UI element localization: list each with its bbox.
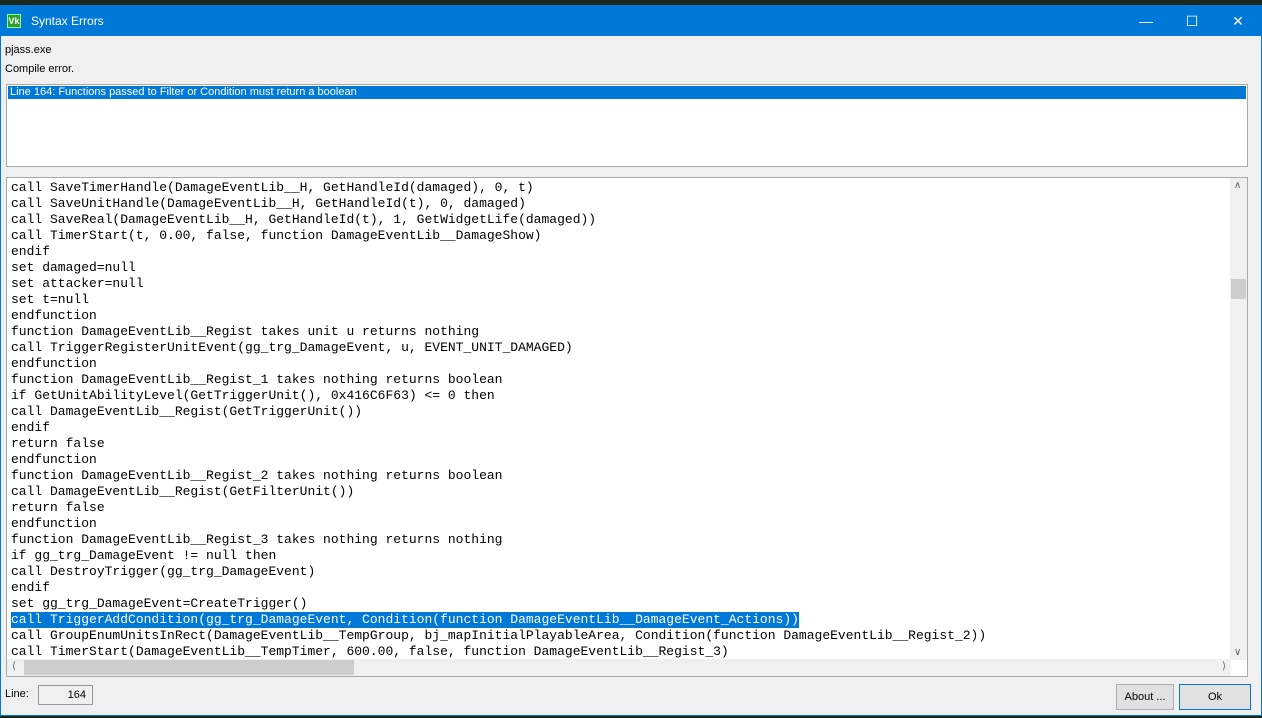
code-line[interactable]: call TriggerAddCondition(gg_trg_DamageEv…	[11, 612, 986, 628]
code-line[interactable]: endfunction	[11, 452, 986, 468]
about-button[interactable]: About ...	[1116, 684, 1174, 710]
code-line[interactable]: endfunction	[11, 308, 986, 324]
code-line[interactable]: call TriggerRegisterUnitEvent(gg_trg_Dam…	[11, 340, 986, 356]
line-label: Line:	[5, 688, 29, 700]
code-line-text: call TimerStart(DamageEventLib__TempTime…	[11, 644, 729, 659]
code-line[interactable]: if gg_trg_DamageEvent != null then	[11, 548, 986, 564]
maximize-button[interactable]: ☐	[1169, 6, 1215, 36]
code-line-text: set gg_trg_DamageEvent=CreateTrigger()	[11, 596, 308, 611]
code-line[interactable]: set damaged=null	[11, 260, 986, 276]
title-bar: Vk Syntax Errors — ☐ ✕	[1, 6, 1261, 36]
code-lines: call SaveTimerHandle(DamageEventLib__H, …	[11, 180, 986, 660]
vertical-scroll-thumb[interactable]	[1231, 279, 1246, 299]
code-line-text: function DamageEventLib__Regist_1 takes …	[11, 372, 503, 387]
ok-button[interactable]: Ok	[1179, 684, 1251, 710]
code-line[interactable]: call SaveTimerHandle(DamageEventLib__H, …	[11, 180, 986, 196]
code-line[interactable]: function DamageEventLib__Regist_3 takes …	[11, 532, 986, 548]
window-title: Syntax Errors	[31, 14, 104, 28]
code-line[interactable]: call TimerStart(t, 0.00, false, function…	[11, 228, 986, 244]
syntax-errors-dialog: Vk Syntax Errors — ☐ ✕ pjass.exe Compile…	[0, 5, 1262, 716]
minimize-button[interactable]: —	[1123, 6, 1169, 36]
scroll-down-icon[interactable]: ∨	[1234, 647, 1241, 658]
horizontal-scroll-thumb[interactable]	[24, 660, 354, 675]
code-line[interactable]: set gg_trg_DamageEvent=CreateTrigger()	[11, 596, 986, 612]
code-line-text: call SaveTimerHandle(DamageEventLib__H, …	[11, 180, 534, 195]
code-line-text: set t=null	[11, 292, 90, 307]
scroll-left-icon[interactable]: ⟨	[12, 661, 16, 672]
code-line-text: endif	[11, 244, 51, 259]
code-line[interactable]: call DamageEventLib__Regist(GetTriggerUn…	[11, 404, 986, 420]
code-line-text: call TriggerRegisterUnitEvent(gg_trg_Dam…	[11, 340, 573, 355]
code-line[interactable]: call DestroyTrigger(gg_trg_DamageEvent)	[11, 564, 986, 580]
code-line-text: endfunction	[11, 452, 97, 467]
code-line[interactable]: call GroupEnumUnitsInRect(DamageEventLib…	[11, 628, 986, 644]
code-line[interactable]: endfunction	[11, 356, 986, 372]
code-line-text: return false	[11, 500, 105, 515]
code-line[interactable]: function DamageEventLib__Regist_2 takes …	[11, 468, 986, 484]
code-line-text: call DamageEventLib__Regist(GetTriggerUn…	[11, 404, 363, 419]
scroll-up-icon[interactable]: ∧	[1234, 180, 1241, 191]
code-line[interactable]: endif	[11, 580, 986, 596]
code-view[interactable]: call SaveTimerHandle(DamageEventLib__H, …	[6, 177, 1248, 677]
code-line-text: set damaged=null	[11, 260, 136, 275]
code-line[interactable]: function DamageEventLib__Regist takes un…	[11, 324, 986, 340]
line-number-field[interactable]: 164	[38, 685, 93, 705]
code-line[interactable]: set attacker=null	[11, 276, 986, 292]
code-line[interactable]: function DamageEventLib__Regist_1 takes …	[11, 372, 986, 388]
code-line[interactable]: call SaveUnitHandle(DamageEventLib__H, G…	[11, 196, 986, 212]
close-button[interactable]: ✕	[1215, 6, 1261, 36]
jass-editor-icon: Vk	[7, 14, 21, 28]
code-line-text: endif	[11, 580, 51, 595]
code-line-text: call SaveReal(DamageEventLib__H, GetHand…	[11, 212, 597, 227]
code-line[interactable]: if GetUnitAbilityLevel(GetTriggerUnit(),…	[11, 388, 986, 404]
code-line-text: call TimerStart(t, 0.00, false, function…	[11, 228, 542, 243]
code-line-text: call DamageEventLib__Regist(GetFilterUni…	[11, 484, 355, 499]
code-line-text: if gg_trg_DamageEvent != null then	[11, 548, 277, 563]
scroll-right-icon[interactable]: ⟩	[1222, 661, 1226, 672]
code-line-text: endfunction	[11, 356, 97, 371]
error-item[interactable]: Line 164: Functions passed to Filter or …	[8, 86, 1246, 99]
code-line-text: function DamageEventLib__Regist_3 takes …	[11, 532, 503, 547]
vertical-scrollbar[interactable]: ∧ ∨	[1230, 178, 1247, 660]
code-line-text: function DamageEventLib__Regist takes un…	[11, 324, 480, 339]
code-line[interactable]: return false	[11, 436, 986, 452]
code-line[interactable]: endfunction	[11, 516, 986, 532]
status-label: Compile error.	[5, 63, 75, 75]
error-list[interactable]: Line 164: Functions passed to Filter or …	[6, 84, 1248, 167]
code-line-text: return false	[11, 436, 105, 451]
code-line[interactable]: call SaveReal(DamageEventLib__H, GetHand…	[11, 212, 986, 228]
horizontal-scrollbar[interactable]: ⟨ ⟩	[7, 659, 1231, 676]
code-line-text: call SaveUnitHandle(DamageEventLib__H, G…	[11, 196, 526, 211]
code-line[interactable]: call DamageEventLib__Regist(GetFilterUni…	[11, 484, 986, 500]
code-line-text: call TriggerAddCondition(gg_trg_DamageEv…	[11, 612, 799, 628]
code-line[interactable]: return false	[11, 500, 986, 516]
code-line-text: call DestroyTrigger(gg_trg_DamageEvent)	[11, 564, 316, 579]
code-line-text: endfunction	[11, 308, 97, 323]
code-line-text: call GroupEnumUnitsInRect(DamageEventLib…	[11, 628, 987, 643]
code-line[interactable]: call TimerStart(DamageEventLib__TempTime…	[11, 644, 986, 660]
code-line-text: set attacker=null	[11, 276, 144, 291]
code-line-text: endif	[11, 420, 51, 435]
code-line[interactable]: endif	[11, 244, 986, 260]
code-line-text: if GetUnitAbilityLevel(GetTriggerUnit(),…	[11, 388, 495, 403]
code-line-text: endfunction	[11, 516, 97, 531]
code-line-text: function DamageEventLib__Regist_2 takes …	[11, 468, 503, 483]
program-label: pjass.exe	[5, 44, 52, 56]
code-line[interactable]: set t=null	[11, 292, 986, 308]
code-line[interactable]: endif	[11, 420, 986, 436]
